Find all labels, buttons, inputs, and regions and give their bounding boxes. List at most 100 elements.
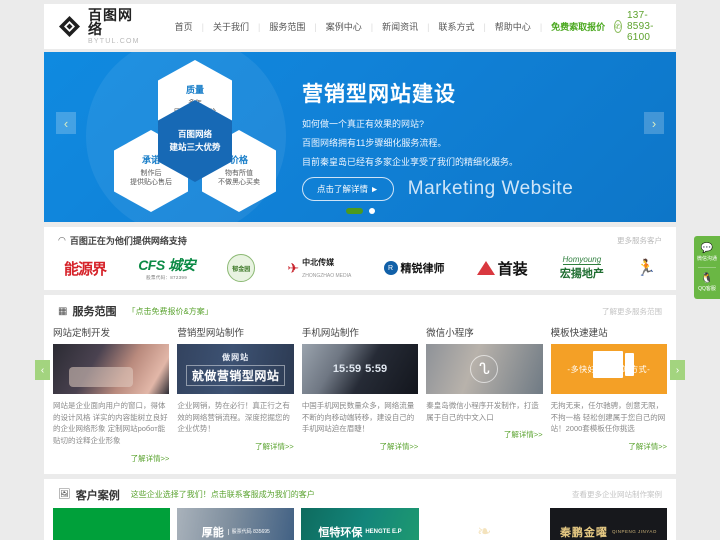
client-logo-label: 郁金园 (227, 254, 256, 282)
phone-time-large: 15:59 (332, 363, 362, 375)
client-logo-shouzhuang[interactable]: 首装 (476, 254, 528, 282)
clients-more-link[interactable]: 更多服务客户 (617, 235, 662, 246)
nav-item-free-quote[interactable]: 免费索取报价 (542, 20, 614, 33)
wechat-icon: 💬 (700, 243, 714, 254)
site-header: 百图网络 BYTUL.COM 首页 | 关于我们 | 服务范围 | 案例中心 |… (44, 4, 676, 49)
service-card-wechat-miniprogram[interactable]: 微信小程序 ᔐ 秦皇岛微信小程序开发制作，打造属于自己的中文入口 了解详情>> (426, 325, 543, 464)
template-image-text: -多快好省的建站方式- (567, 364, 651, 374)
diamond-logo-icon (58, 15, 81, 38)
service-card-title: 微信小程序 (426, 328, 474, 339)
client-logo-jingrui-lawyer[interactable]: R 精锐律师 (383, 254, 445, 282)
client-logo-cfs-chengan[interactable]: CFS 城安 股票代码：872399 (138, 254, 195, 282)
header-phone[interactable]: ✆ 137-8593-6100 (614, 10, 662, 43)
nav-item-contact[interactable]: 联系方式 (429, 20, 483, 33)
widget-wechat-label: 微信沟通 (696, 256, 717, 262)
chart-icon: ◠ (58, 235, 66, 245)
client-logo-label: CFS 城安 (138, 257, 196, 273)
case-card-label: 恒特环保 (318, 526, 363, 539)
service-card-desc: 中国手机网民数量众多，网络流量不断的向移动端转移，建设自己的手机网站迫在眉睫！ (301, 401, 415, 434)
page-root: 百图网络 BYTUL.COM 首页 | 关于我们 | 服务范围 | 案例中心 |… (0, 4, 720, 540)
services-subtitle-link[interactable]: 「点击免费报价&方案」 (127, 306, 212, 317)
services-next-arrow[interactable]: › (670, 360, 685, 380)
widget-qq-button[interactable]: 🐧 QQ客服 (694, 270, 720, 295)
service-card-mobile-website[interactable]: 手机网站制作 15:59 5:59 中国手机网民数量众多，网络流量不断的向移动端… (301, 325, 419, 464)
jingrui-badge-icon: R (383, 261, 398, 275)
case-card-qinpeng-jinyao[interactable]: 秦鹏金曜 QINPENG JINYAO (549, 507, 668, 540)
client-logo-label: 首装 (497, 260, 528, 278)
client-logo-en: ZHONGZHAO MEDIA (302, 273, 352, 279)
services-title: 服务范围 (72, 306, 117, 318)
marketing-banner-main-text: 就做营销型网站 (185, 365, 286, 386)
client-logo-zhongzhao-media[interactable]: ✈ 中北传媒 ZHONGZHAO MEDIA (287, 254, 351, 282)
carousel-dot-1[interactable] (345, 208, 363, 214)
service-card-more-link[interactable]: 了解详情>> (302, 441, 418, 452)
clients-section: ◠ 百图正在为他们提供网络支持 更多服务客户 能源界 CFS 城安 股票代码：8… (44, 227, 676, 290)
cases-title: 客户案例 (75, 489, 120, 502)
phone-icon: ✆ (614, 20, 623, 33)
hex-center-line2: 建站三大优势 (169, 142, 221, 152)
banner-carousel-dots (44, 208, 676, 214)
widget-qq-label: QQ客服 (698, 286, 716, 292)
carousel-dot-2[interactable] (368, 208, 375, 214)
client-logo-label: 宏揚地产 (559, 268, 604, 280)
service-card-template-website[interactable]: 模板快速建站 -多快好省的建站方式- 无拘无束，任尔驰骋，创意无限，不拘一格 轻… (550, 325, 668, 464)
nav-item-help[interactable]: 帮助中心 (486, 20, 540, 33)
service-card-more-link[interactable]: 了解详情>> (53, 453, 170, 464)
cases-panel: 🖼 客户案例 这些企业选择了我们！点击联系客服成为我们的客户 查看更多企业网站制… (44, 478, 676, 540)
case-card-hengte[interactable]: 恒特环保 HENGTE E.P (301, 507, 419, 540)
case-card-en: QINPENG JINYAO (611, 529, 657, 534)
client-logo-en: Homyoung (562, 255, 602, 265)
template-illustration-image: -多快好省的建站方式- (550, 344, 668, 394)
zhongzhao-mark-icon: ✈ (287, 259, 300, 276)
floating-contact-widget: 💬 微信沟通 🐧 QQ客服 (694, 236, 720, 299)
hex-center-line1: 百图网络 (177, 128, 212, 139)
service-card-more-link[interactable]: 了解详情>> (426, 429, 543, 440)
banner-prev-arrow[interactable]: ‹ (56, 112, 76, 134)
hex-promise-line1: 制作后 (140, 169, 162, 177)
banner-line-2: 百图网络拥有11步骤细化服务流程。 (302, 138, 447, 148)
hexagon-graphic: 质量 多年 网站建设经验 承诺 制作后 提供贴心售后 价格 物有所值 不做黑心买… (100, 60, 290, 215)
case-card-houneng[interactable]: 厚能 股票代码 835695 (177, 507, 295, 540)
shouzhuang-triangle-icon (476, 261, 495, 275)
client-logo-nengyuanjie[interactable]: 能源界 (64, 254, 107, 282)
mobile-phones-photo: 15:59 5:59 (301, 344, 419, 394)
nav-item-news[interactable]: 新闻资讯 (373, 20, 427, 33)
client-logo-label: 中北传媒 (302, 258, 335, 267)
case-card-stockcode: 股票代码 835695 (227, 528, 270, 535)
wechat-miniprogram-photo: ᔐ (426, 344, 543, 394)
service-card-desc: 无拘无束，任尔驰骋，创意无限，不拘一格 轻松创建属于您自己的网站！2000套模板… (550, 401, 666, 434)
client-logo-sports[interactable]: 🏃 (636, 254, 656, 282)
banner-english-subtitle: Marketing Website (407, 178, 574, 199)
widget-wechat-button[interactable]: 💬 微信沟通 (694, 240, 720, 265)
widget-divider (698, 267, 716, 268)
services-more-link[interactable]: 了解更多服务范围 (602, 306, 662, 317)
nav-item-home[interactable]: 首页 (166, 20, 202, 33)
clients-header: ◠ 百图正在为他们提供网络支持 更多服务客户 (58, 234, 662, 247)
hex-price-line1: 物有所值 (225, 169, 253, 177)
nav-item-cases[interactable]: 案例中心 (317, 20, 371, 33)
case-card-en: HENGTE E.P (365, 528, 402, 535)
service-card-more-link[interactable]: 了解详情>> (551, 441, 667, 452)
site-logo[interactable]: 百图网络 BYTUL.COM (58, 8, 140, 46)
service-card-marketing-website[interactable]: 营销型网站制作 做网站 就做营销型网站 企业网销，势在必行！真正行之有效的网络营… (177, 325, 294, 464)
nav-item-services[interactable]: 服务范围 (260, 20, 314, 33)
service-card-more-link[interactable]: 了解详情>> (177, 441, 294, 452)
cases-subtitle-link[interactable]: 这些企业选择了我们！点击联系客服成为我们的客户 (131, 489, 315, 500)
case-card-yunxian-jinpin[interactable]: ❧ (426, 508, 543, 540)
nav-item-about[interactable]: 关于我们 (204, 20, 258, 33)
cases-gallery: 技术牛人 厚能 股票代码 835695 恒特环保 HENGTE E.P ❧ 秦鹏… (44, 506, 676, 540)
cases-more-link[interactable]: 查看更多企业网站制作案例 (572, 489, 662, 500)
client-logo-yujinyuan[interactable]: 郁金园 (227, 254, 256, 282)
grid-icon: ▦ (58, 305, 68, 317)
case-card-jishuniuren[interactable]: 技术牛人 (53, 507, 171, 540)
service-card-desc: 企业网销，势在必行！真正行之有效的网络营销流程。深度挖掘您的企业优势！ (177, 401, 290, 434)
banner-cta-row: 点击了解详情 ► Marketing Website (302, 177, 573, 201)
banner-cta-button[interactable]: 点击了解详情 ► (302, 177, 394, 201)
marketing-banner-image: 做网站 就做营销型网站 (177, 344, 294, 394)
services-prev-arrow[interactable]: ‹ (35, 360, 50, 380)
cases-row: 技术牛人 厚能 股票代码 835695 恒特环保 HENGTE E.P ❧ 秦鹏… (53, 507, 668, 540)
service-card-desc: 网站是企业面向用户的窗口，得体的设计风格 详实的内容能树立良好的企业网络形象 定… (53, 401, 168, 445)
service-card-custom-development[interactable]: 网站定制开发 网站是企业面向用户的窗口，得体的设计风格 详实的内容能树立良好的企… (53, 325, 170, 464)
banner-next-arrow[interactable]: › (644, 112, 664, 134)
client-logo-homyoung[interactable]: Homyoung 宏揚地产 (560, 254, 604, 282)
